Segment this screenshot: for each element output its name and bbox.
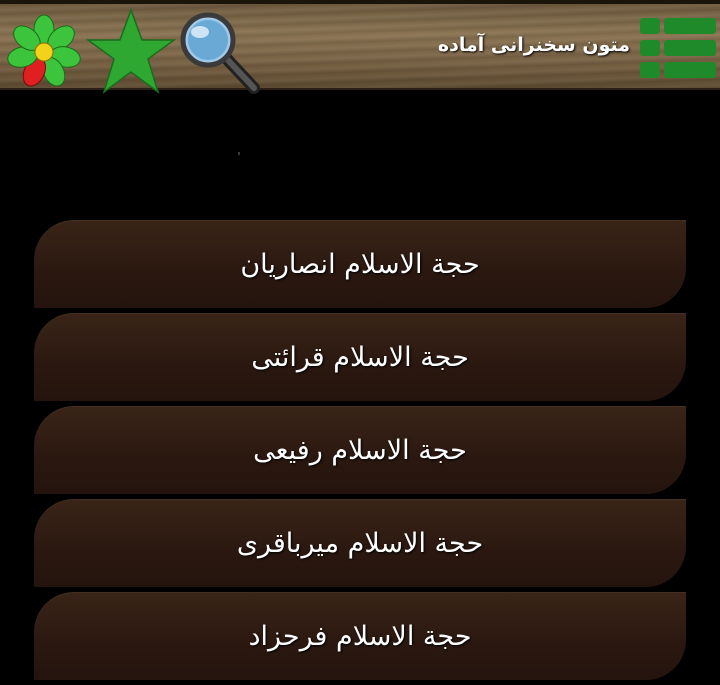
list-item-label: حجة الاسلام ميرباقری xyxy=(236,527,484,559)
speaker-list: حجة الاسلام انصاريان حجة الاسلام قرائتی … xyxy=(34,220,686,685)
magnifier-search-icon[interactable] xyxy=(176,10,262,94)
menu-grid-icon[interactable] xyxy=(640,18,716,78)
app-header: متون سخنرانی آماده xyxy=(0,0,720,94)
list-item[interactable]: حجة الاسلام انصاريان xyxy=(34,220,686,308)
list-item-label: حجة الاسلام رفيعی xyxy=(253,434,467,466)
list-item[interactable]: حجة الاسلام رفيعی xyxy=(34,406,686,494)
list-item-label: حجة الاسلام قرائتی xyxy=(251,341,469,373)
list-item-label: حجة الاسلام انصاريان xyxy=(240,248,480,280)
list-item-label: حجة الاسلام فرحزاد xyxy=(248,620,472,652)
list-item[interactable]: حجة الاسلام فرحزاد xyxy=(34,592,686,680)
header-action-icons xyxy=(0,4,270,94)
page-title: متون سخنرانی آماده xyxy=(437,34,630,56)
list-item[interactable]: حجة الاسلام ميرباقری xyxy=(34,499,686,587)
list-item[interactable]: حجة الاسلام قرائتی xyxy=(34,313,686,401)
icq-flower-icon[interactable] xyxy=(2,10,86,94)
star-icon[interactable] xyxy=(86,8,176,94)
artifact-dot xyxy=(238,152,240,155)
